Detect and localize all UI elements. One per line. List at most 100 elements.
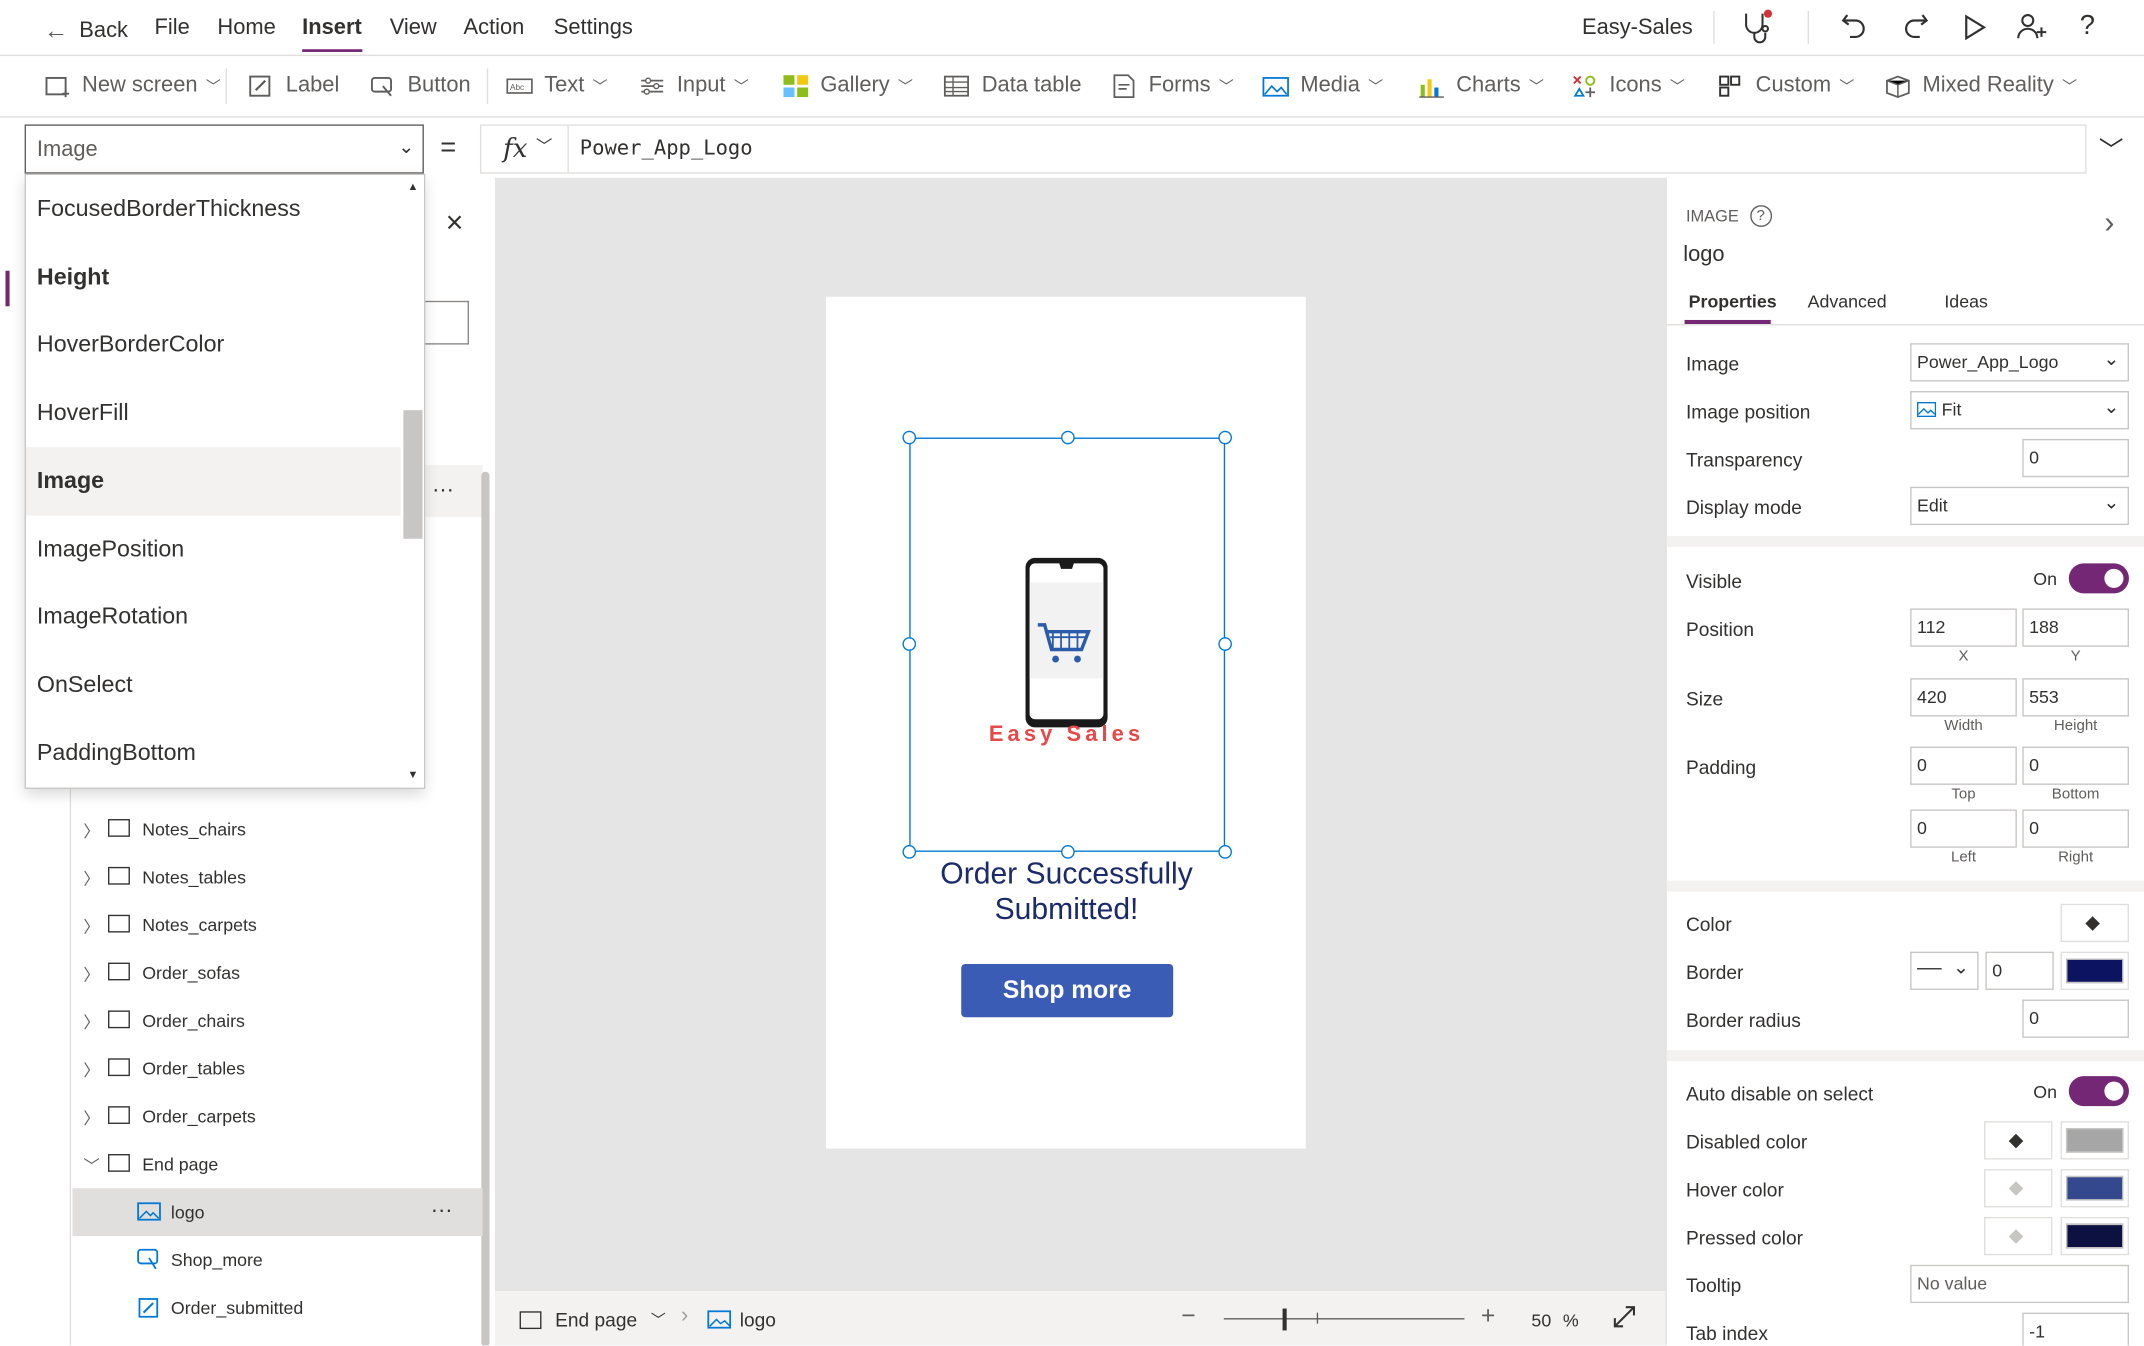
help-icon[interactable]: ? — [2080, 11, 2095, 42]
padding-left-input[interactable]: 0 — [1910, 809, 2017, 848]
menu-home[interactable]: Home — [217, 16, 275, 41]
order-submitted-label[interactable]: Order Successfully Submitted! — [902, 856, 1230, 927]
tree-child-item[interactable]: logo ··· — [72, 1188, 483, 1237]
chevron-right-icon[interactable]: 〉 — [83, 963, 99, 986]
tab-ideas[interactable]: Ideas — [1944, 291, 1987, 312]
position-y-input[interactable]: 188 — [2022, 608, 2129, 647]
button-button[interactable]: Button — [369, 71, 471, 101]
tree-item[interactable]: 〉 Notes_carpets — [72, 901, 482, 949]
disabled-color-picker[interactable] — [2060, 1121, 2129, 1160]
color-picker[interactable]: ◆ — [2060, 903, 2129, 943]
expand-formula-icon[interactable]: ﹀ — [2099, 131, 2124, 167]
menu-action[interactable]: Action — [464, 16, 525, 41]
width-input[interactable]: 420 — [1910, 678, 2017, 717]
chevron-right-icon[interactable]: 〉 — [83, 819, 99, 842]
property-list-item[interactable]: FocusedBorderThickness — [26, 175, 401, 243]
chevron-right-icon[interactable]: 〉 — [83, 1058, 99, 1081]
resize-handle[interactable] — [1218, 637, 1232, 651]
tab-properties[interactable]: Properties — [1689, 291, 1777, 312]
list-scrollbar[interactable]: ▲ ▼ — [400, 175, 424, 788]
icons-button[interactable]: Icons ﹀ — [1571, 71, 1685, 101]
fx-button[interactable]: fx ﹀ — [481, 125, 569, 173]
shop-more-button[interactable]: Shop more — [961, 963, 1174, 1018]
label-button[interactable]: Label — [247, 71, 339, 101]
tree-item[interactable]: 〉 Order_sofas — [72, 949, 482, 997]
control-name[interactable]: logo — [1683, 243, 1724, 268]
display-mode-dropdown[interactable]: Edit ⌄ — [1910, 486, 2129, 526]
image-dropdown[interactable]: Power_App_Logo ⌄ — [1910, 343, 2129, 382]
tree-item[interactable]: 〉 Order_chairs — [72, 997, 482, 1045]
property-list-item[interactable]: Height — [26, 243, 401, 311]
chevron-right-icon[interactable]: 〉 — [83, 867, 99, 890]
play-icon[interactable] — [1961, 12, 1988, 49]
hover-color-picker[interactable] — [2060, 1169, 2129, 1208]
position-x-input[interactable]: 112 — [1910, 608, 2017, 647]
charts-button[interactable]: Charts ﹀ — [1418, 71, 1544, 101]
close-icon[interactable]: × — [446, 205, 464, 241]
zoom-value[interactable]: 50 — [1531, 1310, 1551, 1331]
padding-bottom-input[interactable]: 0 — [2022, 746, 2129, 785]
property-dropdown-list[interactable]: ▲ ▼ FocusedBorderThickness Height HoverBor… — [24, 173, 426, 789]
image-position-dropdown[interactable]: Fit ⌄ — [1910, 391, 2129, 430]
scroll-up-icon[interactable]: ▲ — [407, 180, 418, 192]
zoom-out-button[interactable]: − — [1181, 1302, 1195, 1331]
resize-handle[interactable] — [902, 430, 917, 445]
padding-right-input[interactable]: 0 — [2022, 809, 2129, 848]
data-table-button[interactable]: Data table — [943, 71, 1081, 101]
chevron-right-icon[interactable]: 〉 — [83, 1106, 99, 1129]
tab-index-input[interactable]: -1 — [2022, 1312, 2129, 1346]
redo-icon[interactable] — [1901, 11, 1931, 48]
chevron-right-icon[interactable]: 〉 — [83, 1010, 99, 1033]
app-checker-icon[interactable] — [1738, 8, 1774, 50]
pressed-fill-picker[interactable]: ◆ — [1984, 1216, 2053, 1256]
property-list-item[interactable]: ImageRotation — [26, 583, 401, 651]
undo-icon[interactable] — [1839, 11, 1869, 48]
border-radius-input[interactable]: 0 — [2022, 999, 2129, 1038]
border-thickness-input[interactable]: 0 — [1985, 951, 2054, 990]
forms-button[interactable]: Forms ﹀ — [1110, 71, 1234, 101]
back-button[interactable]: ← Back — [44, 16, 128, 45]
resize-handle[interactable] — [902, 637, 917, 651]
zoom-slider-track[interactable] — [1223, 1318, 1465, 1320]
gallery-button[interactable]: Gallery ﹀ — [782, 71, 913, 101]
property-selector[interactable]: Image ⌄ — [24, 124, 424, 174]
fit-to-window-icon[interactable] — [1611, 1303, 1638, 1337]
resize-handle[interactable] — [1061, 430, 1075, 445]
chevron-right-icon[interactable]: › — [2104, 205, 2114, 241]
custom-button[interactable]: Custom ﹀ — [1717, 71, 1854, 101]
property-list-item[interactable]: HoverBorderColor — [26, 311, 401, 379]
zoom-slider-thumb[interactable] — [1282, 1308, 1287, 1331]
resize-handle[interactable] — [1218, 430, 1232, 445]
help-circle-icon[interactable]: ? — [1749, 205, 1772, 227]
property-list-item[interactable]: Image — [25, 446, 401, 516]
tree-item[interactable]: 〉 Notes_tables — [72, 853, 482, 901]
screen-breadcrumb[interactable]: End page ﹀ — [519, 1309, 666, 1330]
property-list-item[interactable]: HoverFill — [26, 379, 401, 447]
transparency-input[interactable]: 0 — [2022, 438, 2129, 478]
height-input[interactable]: 553 — [2022, 678, 2129, 717]
tree-item[interactable]: 〉 Order_carpets — [72, 1093, 482, 1141]
selected-logo-outline[interactable] — [902, 430, 1232, 859]
property-list-item[interactable]: PaddingBottom — [26, 719, 401, 787]
padding-top-input[interactable]: 0 — [1910, 746, 2017, 785]
tooltip-input[interactable]: No value — [1910, 1264, 2129, 1304]
hover-fill-picker[interactable]: ◆ — [1984, 1169, 2053, 1208]
auto-disable-toggle[interactable] — [2068, 1076, 2129, 1107]
mixed-reality-button[interactable]: Mixed Reality ﹀ — [1884, 71, 2077, 101]
property-list-item[interactable]: ImagePosition — [26, 515, 401, 583]
formula-bar[interactable]: fx ﹀ Power_App_Logo — [479, 124, 2087, 174]
tree-item[interactable]: ﹀ End page — [72, 1140, 482, 1188]
input-button[interactable]: Input ﹀ — [639, 71, 749, 101]
share-user-icon[interactable] — [2015, 11, 2048, 48]
list-scroll-thumb[interactable] — [403, 410, 423, 539]
pressed-color-picker[interactable] — [2060, 1216, 2129, 1256]
text-button[interactable]: Abc Text ﹀ — [506, 71, 608, 101]
disabled-fill-picker[interactable]: ◆ — [1984, 1121, 2053, 1160]
zoom-in-button[interactable]: + — [1481, 1302, 1495, 1331]
border-color-picker[interactable] — [2060, 951, 2129, 990]
menu-settings[interactable]: Settings — [554, 16, 633, 41]
chevron-down-icon[interactable]: ﹀ — [83, 1154, 99, 1177]
tree-child-item[interactable]: Shop_more — [72, 1236, 482, 1284]
menu-insert[interactable]: Insert — [302, 16, 362, 52]
more-options-icon[interactable]: ··· — [432, 479, 454, 504]
